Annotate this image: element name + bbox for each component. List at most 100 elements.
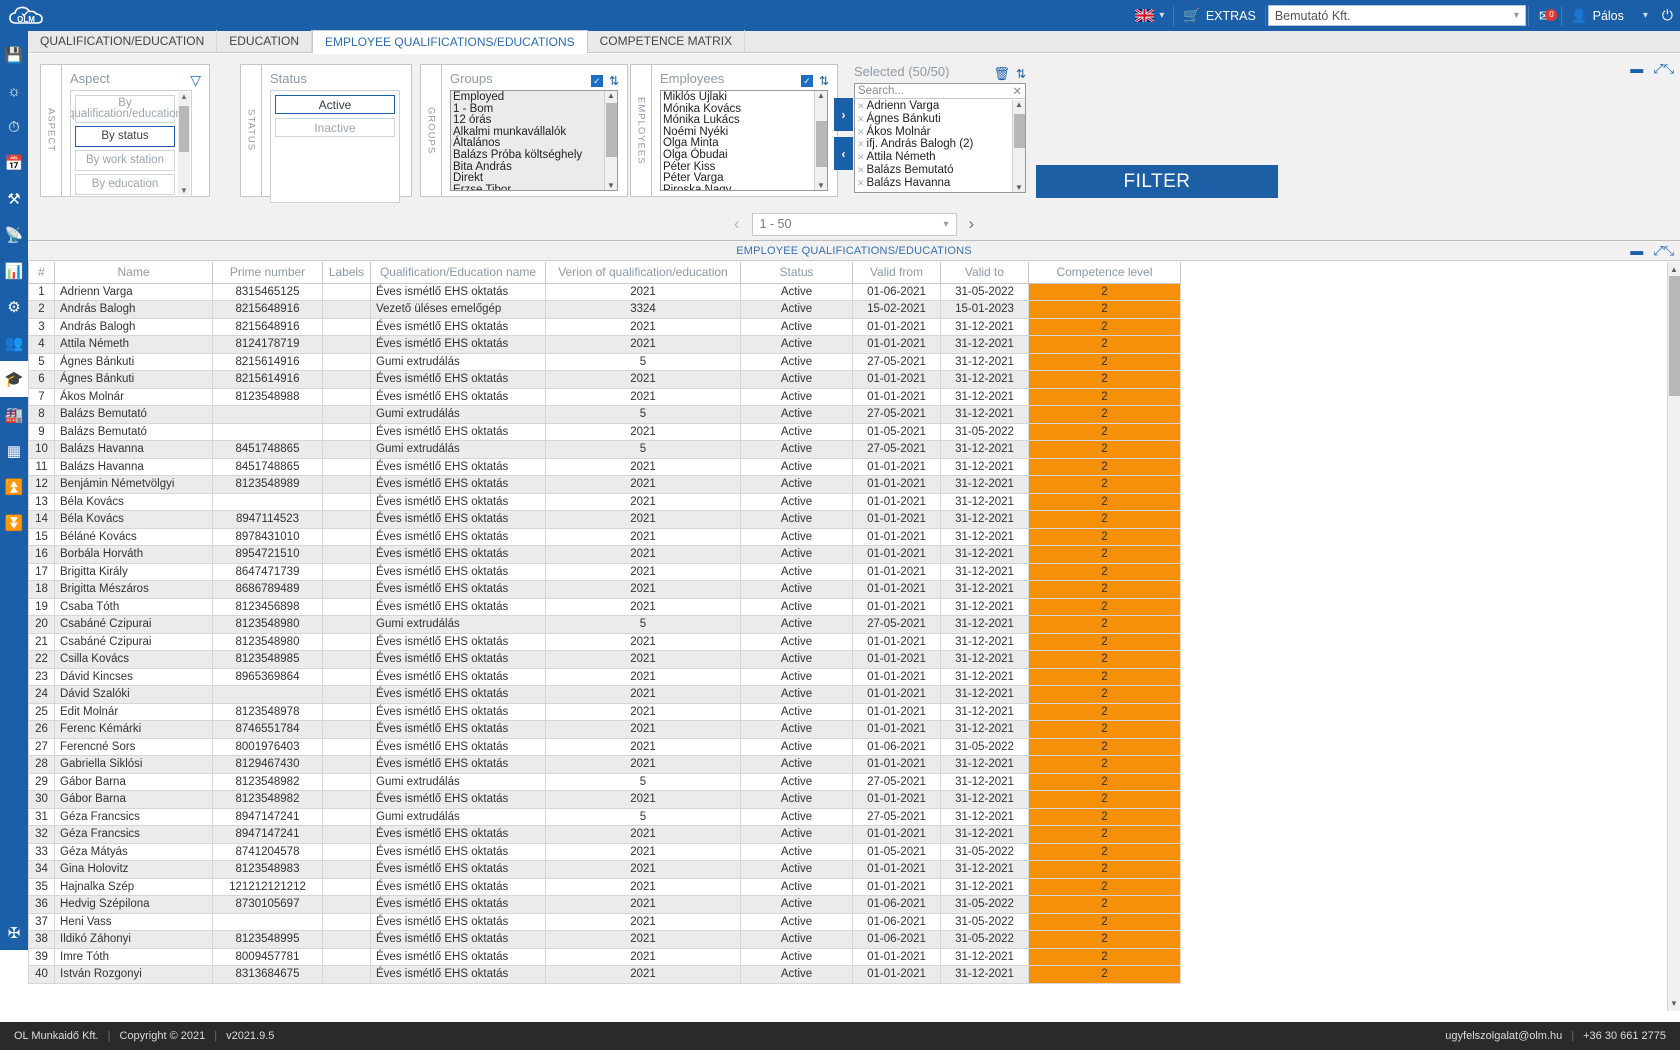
col-prime-number[interactable]: Prime number — [212, 262, 323, 284]
remove-item-icon[interactable]: ✕ — [857, 151, 865, 164]
minimize-panel-icon[interactable]: ▬ — [1630, 61, 1643, 77]
list-item[interactable]: Erzse Tibor — [453, 184, 617, 190]
table-row[interactable]: 7 Ákos Molnár 8123548988 Éves ismétlő EHS o… — [28, 387, 1181, 406]
aspect-vertical-tab[interactable]: ASPECT — [40, 64, 62, 197]
col-status[interactable]: Status — [740, 262, 853, 284]
aspect-option-by-status[interactable]: By status — [75, 126, 175, 147]
table-row[interactable]: 38 Ildikó Záhonyi 8123548995 Éves ismétlő E… — [28, 930, 1181, 949]
funnel-icon[interactable]: ▽ — [190, 72, 201, 89]
table-row[interactable]: 9 Balázs Bemutató Éves ismétlő EHS oktatás… — [28, 422, 1181, 441]
employees-scrollbar[interactable]: ▲ ▼ — [814, 91, 827, 190]
table-row[interactable]: 1 Adrienn Varga 8315465125 Éves ismétlő EHS… — [28, 282, 1181, 301]
col-name[interactable]: Name — [54, 262, 213, 284]
minimize-grid-icon[interactable]: ▬ — [1630, 243, 1643, 259]
remove-item-icon[interactable]: ✕ — [857, 113, 865, 126]
list-item[interactable]: ✕ Adrienn Varga — [857, 100, 1025, 113]
col-valid-from[interactable]: Valid from — [852, 262, 941, 284]
sidebar-item-qualifications[interactable]: 🎓 — [0, 361, 28, 397]
aspect-option-by-work-station[interactable]: By work station — [75, 150, 175, 171]
sidebar-item-tools[interactable]: ⚒ — [0, 181, 28, 217]
status-option-inactive[interactable]: Inactive — [275, 118, 395, 137]
messages-button[interactable]: ✉ 0 — [1531, 7, 1560, 25]
table-row[interactable]: 10 Balázs Havanna 8451748865 Gumi extrudálá… — [28, 440, 1181, 459]
table-row[interactable]: 35 Hajnalka Szép 121212121212 Éves ismétlő … — [28, 877, 1181, 896]
tab-education[interactable]: EDUCATION — [217, 30, 313, 52]
aspect-scrollbar[interactable]: ▲ ▼ — [178, 92, 190, 195]
table-row[interactable]: 8 Balázs Bemutató Gumi extrudálás 5 Active 27… — [28, 405, 1181, 424]
list-item[interactable]: ✕ ifj. András Balogh (2) — [857, 138, 1025, 151]
extras-button[interactable]: 🛒 EXTRAS — [1176, 0, 1262, 31]
next-page-button[interactable]: › — [969, 214, 975, 234]
list-item[interactable]: Péter Varga — [663, 173, 827, 185]
list-item[interactable]: ✕ Balázs Havanna — [857, 177, 1025, 190]
company-select[interactable]: Bemutató Kft. ▾ — [1267, 5, 1526, 26]
table-row[interactable]: 34 Gina Holovitz 8123548983 Éves ismétlő EH… — [28, 860, 1181, 879]
employees-select-all-checkbox[interactable]: ✓ — [800, 74, 813, 87]
scroll-thumb[interactable] — [1014, 114, 1025, 148]
scroll-down-icon[interactable]: ▼ — [1670, 999, 1678, 1008]
sidebar-item-save[interactable]: 💾 — [0, 37, 28, 73]
sidebar-item-broadcast[interactable]: 📡 — [0, 217, 28, 253]
scroll-down-icon[interactable]: ▼ — [817, 181, 825, 190]
scroll-thumb[interactable] — [816, 121, 827, 167]
sidebar-item-employees[interactable]: 👥 — [0, 325, 28, 361]
table-row[interactable]: 19 Csaba Tóth 8123456898 Éves ismétlő EHS o… — [28, 597, 1181, 616]
clear-search-icon[interactable]: ✕ — [1012, 84, 1022, 98]
status-option-list[interactable]: Active Inactive — [270, 90, 400, 203]
table-row[interactable]: 16 Borbála Horváth 8954721510 Éves ismétlő … — [28, 545, 1181, 564]
col-competence-level[interactable]: Competence level — [1028, 262, 1181, 284]
status-option-active[interactable]: Active — [275, 95, 395, 114]
employees-vertical-tab[interactable]: EMPLOYEES — [630, 64, 652, 197]
table-row[interactable]: 27 Ferencné Sors 8001976403 Éves ismétlő EH… — [28, 737, 1181, 756]
table-row[interactable]: 15 Béláné Kovács 8978431010 Éves ismétlő EH… — [28, 527, 1181, 546]
sidebar-item-calendar[interactable]: 📅 — [0, 145, 28, 181]
olm-logo[interactable]: OLM — [0, 0, 52, 31]
table-row[interactable]: 28 Gabriella Siklósi 8129467430 Éves ismétl… — [28, 755, 1181, 774]
data-grid[interactable]: # Name Prime number Labels Qualification… — [28, 262, 1680, 1011]
table-row[interactable]: 3 András Balogh 8215648916 Éves ismétlő EHS… — [28, 317, 1181, 336]
col-labels[interactable]: Labels — [322, 262, 371, 284]
list-item[interactable]: Olga Óbudai — [663, 149, 827, 162]
table-row[interactable]: 5 Ágnes Bánkuti 8215614916 Gumi extrudálás 5… — [28, 352, 1181, 371]
scroll-down-icon[interactable]: ▼ — [607, 181, 615, 190]
table-row[interactable]: 21 Csabáné Czipurai 8123548980 Éves ismétlő… — [28, 632, 1181, 651]
sidebar-item-time[interactable]: ⏱ — [0, 109, 28, 145]
remove-from-selection-button[interactable]: ‹ — [834, 137, 853, 170]
groups-vertical-tab[interactable]: GROUPS — [420, 64, 442, 197]
groups-select-all-checkbox[interactable]: ✓ — [590, 74, 603, 87]
table-row[interactable]: 37 Heni Vass Éves ismétlő EHS oktatás 2021 A… — [28, 912, 1181, 931]
scroll-thumb[interactable] — [1669, 276, 1680, 396]
table-row[interactable]: 11 Balázs Havanna 8451748865 Éves ismétlő E… — [28, 457, 1181, 476]
table-row[interactable]: 26 Ferenc Kémárki 8746551784 Éves ismétlő E… — [28, 720, 1181, 739]
logout-button[interactable]: ⏻ — [1655, 0, 1680, 31]
search-input[interactable]: Search... — [858, 85, 904, 97]
table-row[interactable]: 40 István Rozgonyi 8313684675 Éves ismétlő … — [28, 965, 1181, 984]
sidebar-item-move[interactable]: ✠ — [0, 924, 28, 942]
scroll-up-icon[interactable]: ▲ — [1670, 265, 1678, 274]
list-item[interactable]: ✕ Ákos Molnár — [857, 126, 1025, 139]
list-item[interactable]: ✕ Attila Németh — [857, 151, 1025, 164]
table-row[interactable]: 33 Géza Mátyás 8741204578 Éves ismétlő EHS … — [28, 842, 1181, 861]
groups-list[interactable]: Employed 1 - Bom 12 órás Alkalmi munkavá… — [450, 90, 618, 191]
scroll-down-icon[interactable]: ▼ — [1015, 183, 1023, 192]
col-version[interactable]: Verion of qualification/education — [545, 262, 741, 284]
table-row[interactable]: 29 Gábor Barna 8123548982 Gumi extrudálás 5 A… — [28, 772, 1181, 791]
list-item[interactable]: Balázs Próba költséghely — [453, 149, 617, 162]
sidebar-item-gantt[interactable]: ▦ — [0, 433, 28, 469]
table-row[interactable]: 20 Csabáné Czipurai 8123548980 Gumi extrudá… — [28, 615, 1181, 634]
table-row[interactable]: 2 András Balogh 8215648916 Vezető üléses em… — [28, 300, 1181, 319]
sidebar-item-settings[interactable]: ⚙ — [0, 289, 28, 325]
sidebar-item-production[interactable]: 🏭 — [0, 397, 28, 433]
clear-selection-icon[interactable]: 🗑 — [993, 66, 1010, 82]
tab-employee-qualifications[interactable]: EMPLOYEE QUALIFICATIONS/EDUCATIONS — [312, 30, 588, 53]
aspect-option-list[interactable]: By qualification/education By status By … — [70, 90, 192, 197]
table-row[interactable]: 18 Brigitta Mészáros 8686789489 Éves ismétl… — [28, 580, 1181, 599]
scroll-up-icon[interactable]: ▲ — [607, 91, 615, 100]
user-menu[interactable]: 👤 Pálos — [1564, 0, 1630, 31]
scroll-up-icon[interactable]: ▲ — [180, 92, 188, 101]
table-row[interactable]: 23 Dávid Kincses 8965369864 Éves ismétlő EH… — [28, 667, 1181, 686]
aspect-option-by-qualification[interactable]: By qualification/education — [71, 95, 182, 123]
employees-list[interactable]: Miklós Újlaki Mónika Kovács Mónika Lukác… — [660, 90, 828, 191]
col-qualification-name[interactable]: Qualification/Education name — [370, 262, 546, 284]
list-item[interactable]: Piroska Nagy — [663, 184, 827, 190]
